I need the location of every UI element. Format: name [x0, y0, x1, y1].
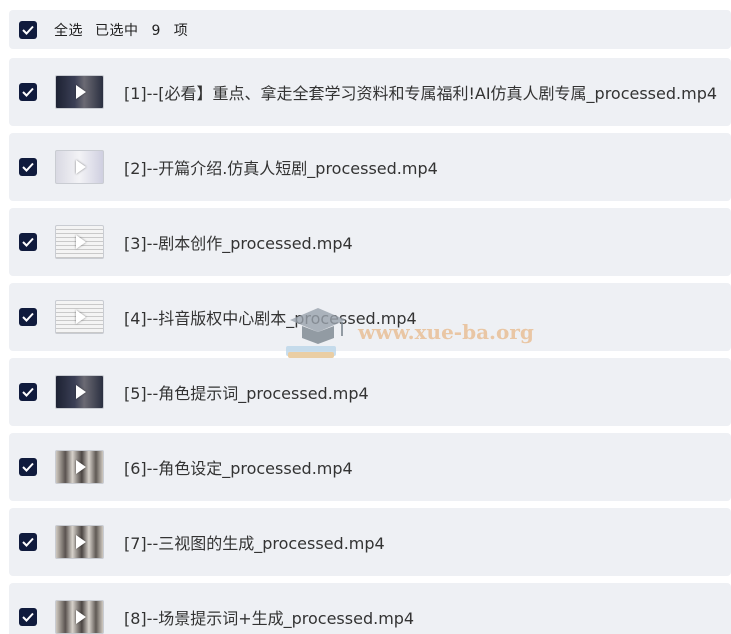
check-icon — [22, 162, 34, 172]
file-row[interactable]: [8]--场景提示词+生成_processed.mp4 — [9, 583, 731, 634]
video-thumbnail[interactable] — [55, 300, 104, 334]
play-icon — [75, 160, 86, 174]
select-all-checkbox[interactable] — [19, 20, 37, 39]
video-thumbnail[interactable] — [55, 600, 104, 634]
file-checkbox[interactable] — [19, 233, 37, 251]
play-icon — [75, 385, 86, 399]
file-name[interactable]: [1]--[必看】重点、拿走全套学习资料和专属福利!AI仿真人剧专属_proce… — [124, 80, 717, 104]
video-thumbnail[interactable] — [55, 225, 104, 259]
file-checkbox[interactable] — [19, 383, 37, 401]
check-icon — [22, 387, 34, 397]
video-thumbnail[interactable] — [55, 525, 104, 559]
file-checkbox[interactable] — [19, 533, 37, 551]
file-checkbox[interactable] — [19, 308, 37, 326]
file-row[interactable]: [2]--开篇介绍.仿真人短剧_processed.mp4 — [9, 133, 731, 201]
check-icon — [22, 237, 34, 247]
file-name[interactable]: [8]--场景提示词+生成_processed.mp4 — [124, 605, 414, 629]
file-name[interactable]: [6]--角色设定_processed.mp4 — [124, 455, 353, 479]
file-row[interactable]: [1]--[必看】重点、拿走全套学习资料和专属福利!AI仿真人剧专属_proce… — [9, 58, 731, 126]
file-name[interactable]: [4]--抖音版权中心剧本_processed.mp4 — [124, 305, 417, 329]
file-checkbox[interactable] — [19, 608, 37, 626]
check-icon — [22, 537, 34, 547]
select-all-bar: 全选 已选中 9 项 — [9, 10, 731, 49]
play-icon — [75, 310, 86, 324]
video-thumbnail[interactable] — [55, 150, 104, 184]
play-icon — [75, 610, 86, 624]
check-icon — [22, 87, 34, 97]
file-row[interactable]: [3]--剧本创作_processed.mp4 — [9, 208, 731, 276]
play-icon — [75, 535, 86, 549]
file-checkbox[interactable] — [19, 83, 37, 101]
file-checkbox[interactable] — [19, 158, 37, 176]
file-name[interactable]: [7]--三视图的生成_processed.mp4 — [124, 530, 385, 554]
video-thumbnail[interactable] — [55, 375, 104, 409]
check-icon — [22, 612, 34, 622]
file-row[interactable]: [7]--三视图的生成_processed.mp4 — [9, 508, 731, 576]
video-thumbnail[interactable] — [55, 450, 104, 484]
play-icon — [75, 235, 86, 249]
check-icon — [22, 462, 34, 472]
play-icon — [75, 460, 86, 474]
video-thumbnail[interactable] — [55, 75, 104, 109]
file-selection-list: 全选 已选中 9 项 [1]--[必看】重点、拿走全套学习资料和专属福利!AI仿… — [0, 0, 731, 634]
file-name[interactable]: [2]--开篇介绍.仿真人短剧_processed.mp4 — [124, 155, 438, 179]
file-name[interactable]: [5]--角色提示词_processed.mp4 — [124, 380, 369, 404]
select-all-label[interactable]: 全选 — [54, 20, 83, 40]
file-row[interactable]: [6]--角色设定_processed.mp4 — [9, 433, 731, 501]
file-row[interactable]: [5]--角色提示词_processed.mp4 — [9, 358, 731, 426]
selected-count-text: 已选中 9 项 — [95, 22, 189, 39]
check-icon — [22, 25, 34, 35]
file-checkbox[interactable] — [19, 458, 37, 476]
check-icon — [22, 312, 34, 322]
file-row[interactable]: [4]--抖音版权中心剧本_processed.mp4 — [9, 283, 731, 351]
play-icon — [75, 85, 86, 99]
file-name[interactable]: [3]--剧本创作_processed.mp4 — [124, 230, 353, 254]
